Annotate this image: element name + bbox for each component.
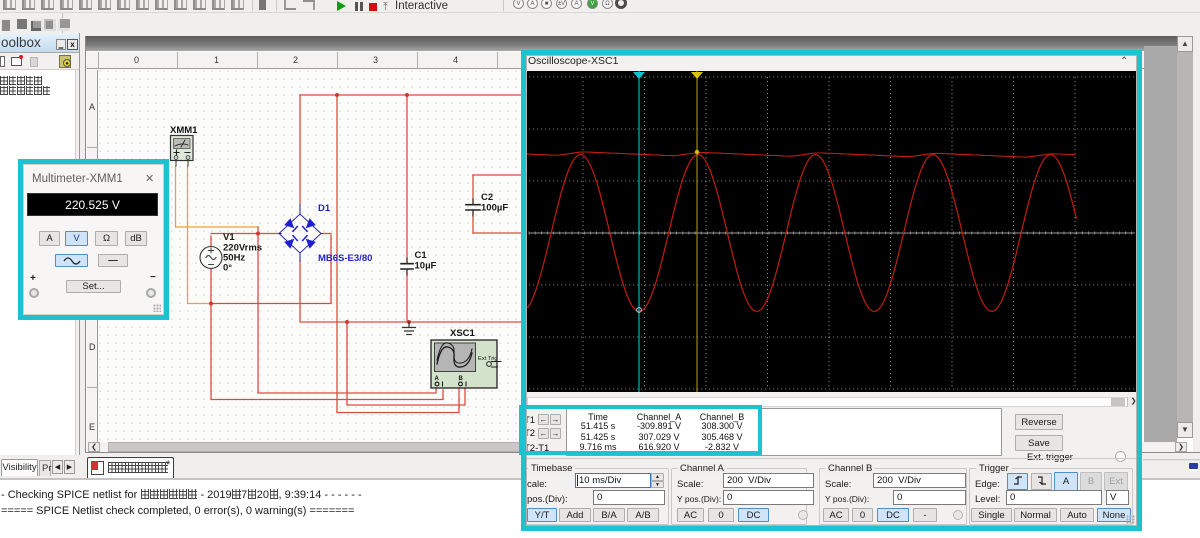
svg-text:0°: 0°	[223, 263, 232, 274]
svg-text:XSC1: XSC1	[450, 328, 476, 339]
svg-text:C2: C2	[481, 192, 493, 203]
svg-text:10µF: 10µF	[415, 261, 437, 272]
svg-text:C1: C1	[415, 250, 428, 261]
svg-text:B: B	[459, 376, 464, 382]
svg-text:V1: V1	[223, 232, 235, 243]
svg-text:XMM1: XMM1	[170, 125, 198, 136]
svg-text:D1: D1	[318, 203, 331, 214]
svg-text:MB6S-E3/80: MB6S-E3/80	[318, 253, 372, 264]
svg-text:A: A	[435, 376, 440, 382]
svg-text:100µF: 100µF	[481, 203, 508, 214]
